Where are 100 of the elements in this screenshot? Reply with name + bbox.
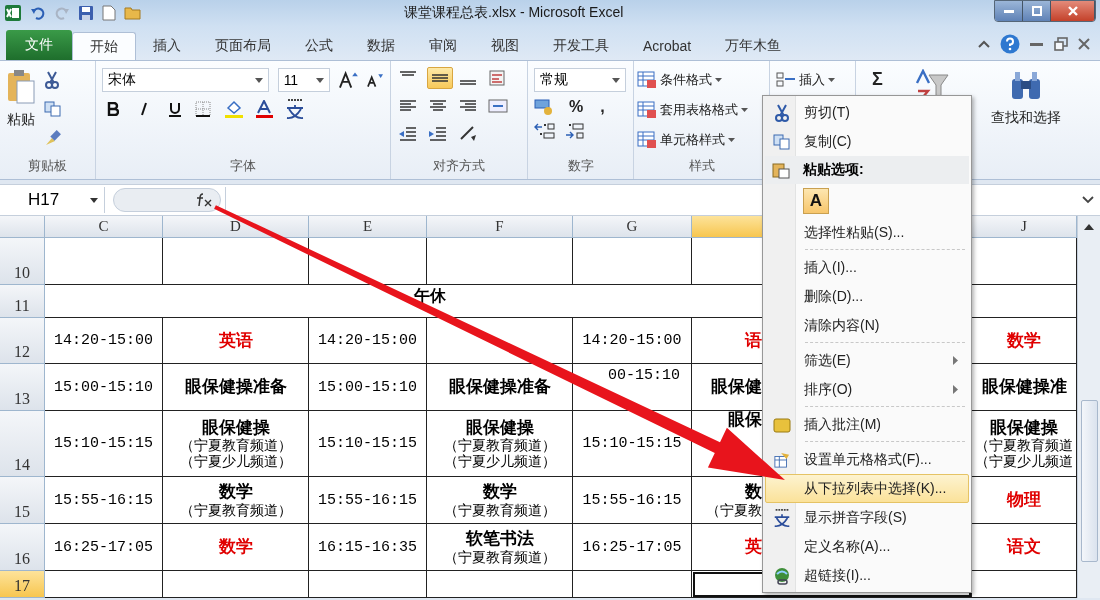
align-middle-button[interactable] xyxy=(427,67,453,89)
menu-item[interactable]: 删除(D)... xyxy=(765,282,969,311)
table-cell: 16:25-17:05 xyxy=(45,524,163,571)
clipboard-icon xyxy=(772,161,790,179)
clipboard-icon xyxy=(6,69,36,105)
menu-item[interactable]: 排序(O) xyxy=(765,375,969,404)
menu-item[interactable]: 插入批注(M) xyxy=(765,410,969,439)
ribbon-tab[interactable]: 万年木鱼 xyxy=(708,32,799,60)
brush-icon[interactable] xyxy=(44,129,62,147)
row-header[interactable]: 12 xyxy=(0,318,45,364)
scrollbar-thumb[interactable] xyxy=(1080,400,1098,562)
ribbon-tab[interactable]: 插入 xyxy=(136,32,198,60)
table-cell: 15:00-15:10 xyxy=(309,364,427,411)
row-header[interactable]: 11 xyxy=(0,285,45,318)
caret-icon xyxy=(728,138,735,142)
paste-option-button[interactable]: A xyxy=(803,188,829,214)
column-header[interactable]: D xyxy=(163,216,309,238)
caret-icon xyxy=(612,77,620,83)
group-label: 数字 xyxy=(566,157,595,175)
ribbon-tab[interactable]: 视图 xyxy=(474,32,536,60)
insert-cells-icon xyxy=(776,72,796,88)
undo-icon[interactable] xyxy=(30,5,46,21)
table-cell: 15:10-15:15 xyxy=(309,411,427,477)
table-cell: 英语 xyxy=(163,318,309,364)
shrink-font-icon[interactable] xyxy=(367,72,384,88)
caret-icon xyxy=(90,197,98,203)
styles-button[interactable]: 条件格式 xyxy=(637,68,766,92)
table-cell: 数学 （宁夏教育频道） xyxy=(163,477,309,524)
restore-icon[interactable] xyxy=(1054,37,1068,51)
table-cell: 眼保健操 （宁夏教育频道） （宁夏少儿频道） xyxy=(427,411,573,477)
name-box[interactable]: H17 xyxy=(0,187,105,213)
menu-item[interactable]: 复制(C) xyxy=(765,127,969,156)
menu-item[interactable]: 剪切(T) xyxy=(765,98,969,127)
font-name-field[interactable]: 宋体 xyxy=(102,68,269,92)
table-cell: 14:20-15:00 xyxy=(45,318,163,364)
close-button[interactable] xyxy=(1051,1,1095,21)
autosum-button[interactable]: Σ xyxy=(868,69,887,90)
collapse-ribbon-icon[interactable] xyxy=(978,39,990,49)
find-select-button[interactable]: 查找和选择 xyxy=(990,69,1061,127)
ribbon-tab[interactable]: Acrobat xyxy=(626,32,709,60)
globe-link-icon xyxy=(773,566,791,585)
phonetic-icon[interactable] xyxy=(284,99,306,119)
grow-font-icon[interactable] xyxy=(339,71,359,89)
ribbon-tab[interactable]: 审阅 xyxy=(412,32,474,60)
row-header[interactable]: 14 xyxy=(0,411,45,477)
close-icon[interactable] xyxy=(1078,38,1090,50)
row-header[interactable]: 15 xyxy=(0,477,45,524)
scroll-up-icon[interactable] xyxy=(1084,224,1094,230)
increase-decimal-icon[interactable] xyxy=(534,122,556,140)
menu-item[interactable]: 从下拉列表中选择(K)... xyxy=(765,474,969,503)
menu-item[interactable]: 插入(I)... xyxy=(765,253,969,282)
row-header[interactable]: 10 xyxy=(0,238,45,285)
ribbon-tab[interactable]: 页面布局 xyxy=(198,32,288,60)
comma-button[interactable]: , xyxy=(596,98,609,116)
insert-cells-button[interactable]: 插入 xyxy=(776,68,849,92)
italic-icon xyxy=(139,102,149,116)
minimize-button[interactable] xyxy=(995,1,1023,21)
fill-color-icon[interactable] xyxy=(224,100,246,118)
paste-button[interactable]: 粘贴 xyxy=(6,65,36,157)
menu-section-header: 粘贴选项: xyxy=(802,161,864,179)
menu-item[interactable]: 定义名称(A)... xyxy=(765,532,969,561)
decrease-decimal-icon[interactable] xyxy=(565,122,587,140)
expand-formula-bar-icon[interactable] xyxy=(1082,196,1094,204)
column-header[interactable]: G xyxy=(573,216,692,238)
font-size-field[interactable]: 11 xyxy=(277,68,331,92)
ribbon-tab[interactable]: 公式 xyxy=(288,32,350,60)
row-header[interactable]: 13 xyxy=(0,364,45,411)
column-header[interactable]: F xyxy=(427,216,573,238)
menu-item[interactable]: 选择性粘贴(S)... xyxy=(765,218,969,247)
percent-button[interactable]: % xyxy=(565,98,588,116)
copy-icon[interactable] xyxy=(44,101,62,117)
window-title: 课堂课程总表.xlsx - Microsoft Excel xyxy=(404,4,625,22)
row-header[interactable]: 17 xyxy=(0,571,45,598)
table-cell: 数学 （宁夏教育频道） xyxy=(427,477,573,524)
ribbon-tab[interactable]: 开始 xyxy=(72,32,136,60)
group-label: 剪贴板 xyxy=(27,157,68,175)
number-format-field[interactable]: 常规 xyxy=(534,68,626,92)
save-icon[interactable] xyxy=(78,5,94,21)
excel-logo-icon[interactable] xyxy=(4,4,22,22)
column-header[interactable]: J xyxy=(972,216,1077,238)
scissors-icon[interactable] xyxy=(44,71,60,89)
help-icon[interactable] xyxy=(1000,34,1020,54)
submenu-arrow-icon xyxy=(953,385,958,394)
caret-icon xyxy=(316,77,325,83)
row-header[interactable]: 16 xyxy=(0,524,45,571)
column-header[interactable]: C xyxy=(45,216,163,238)
column-header[interactable]: E xyxy=(309,216,427,238)
maximize-icon xyxy=(1031,6,1042,16)
minimize-icon xyxy=(1003,9,1014,13)
file-tab[interactable]: 文件 xyxy=(6,30,72,60)
table-cell: 软笔书法 （宁夏教育频道） xyxy=(427,524,573,571)
ribbon-tab[interactable]: 数据 xyxy=(350,32,412,60)
caret-icon xyxy=(254,77,263,83)
font-color-icon[interactable] xyxy=(255,100,275,118)
maximize-button[interactable] xyxy=(1023,1,1051,21)
new-file-icon[interactable] xyxy=(102,5,116,21)
fx-icon[interactable] xyxy=(196,193,212,207)
table-cell: 数学 xyxy=(163,524,309,571)
vertical-scrollbar[interactable] xyxy=(1077,216,1100,598)
ribbon-tab[interactable]: 开发工具 xyxy=(536,32,626,60)
